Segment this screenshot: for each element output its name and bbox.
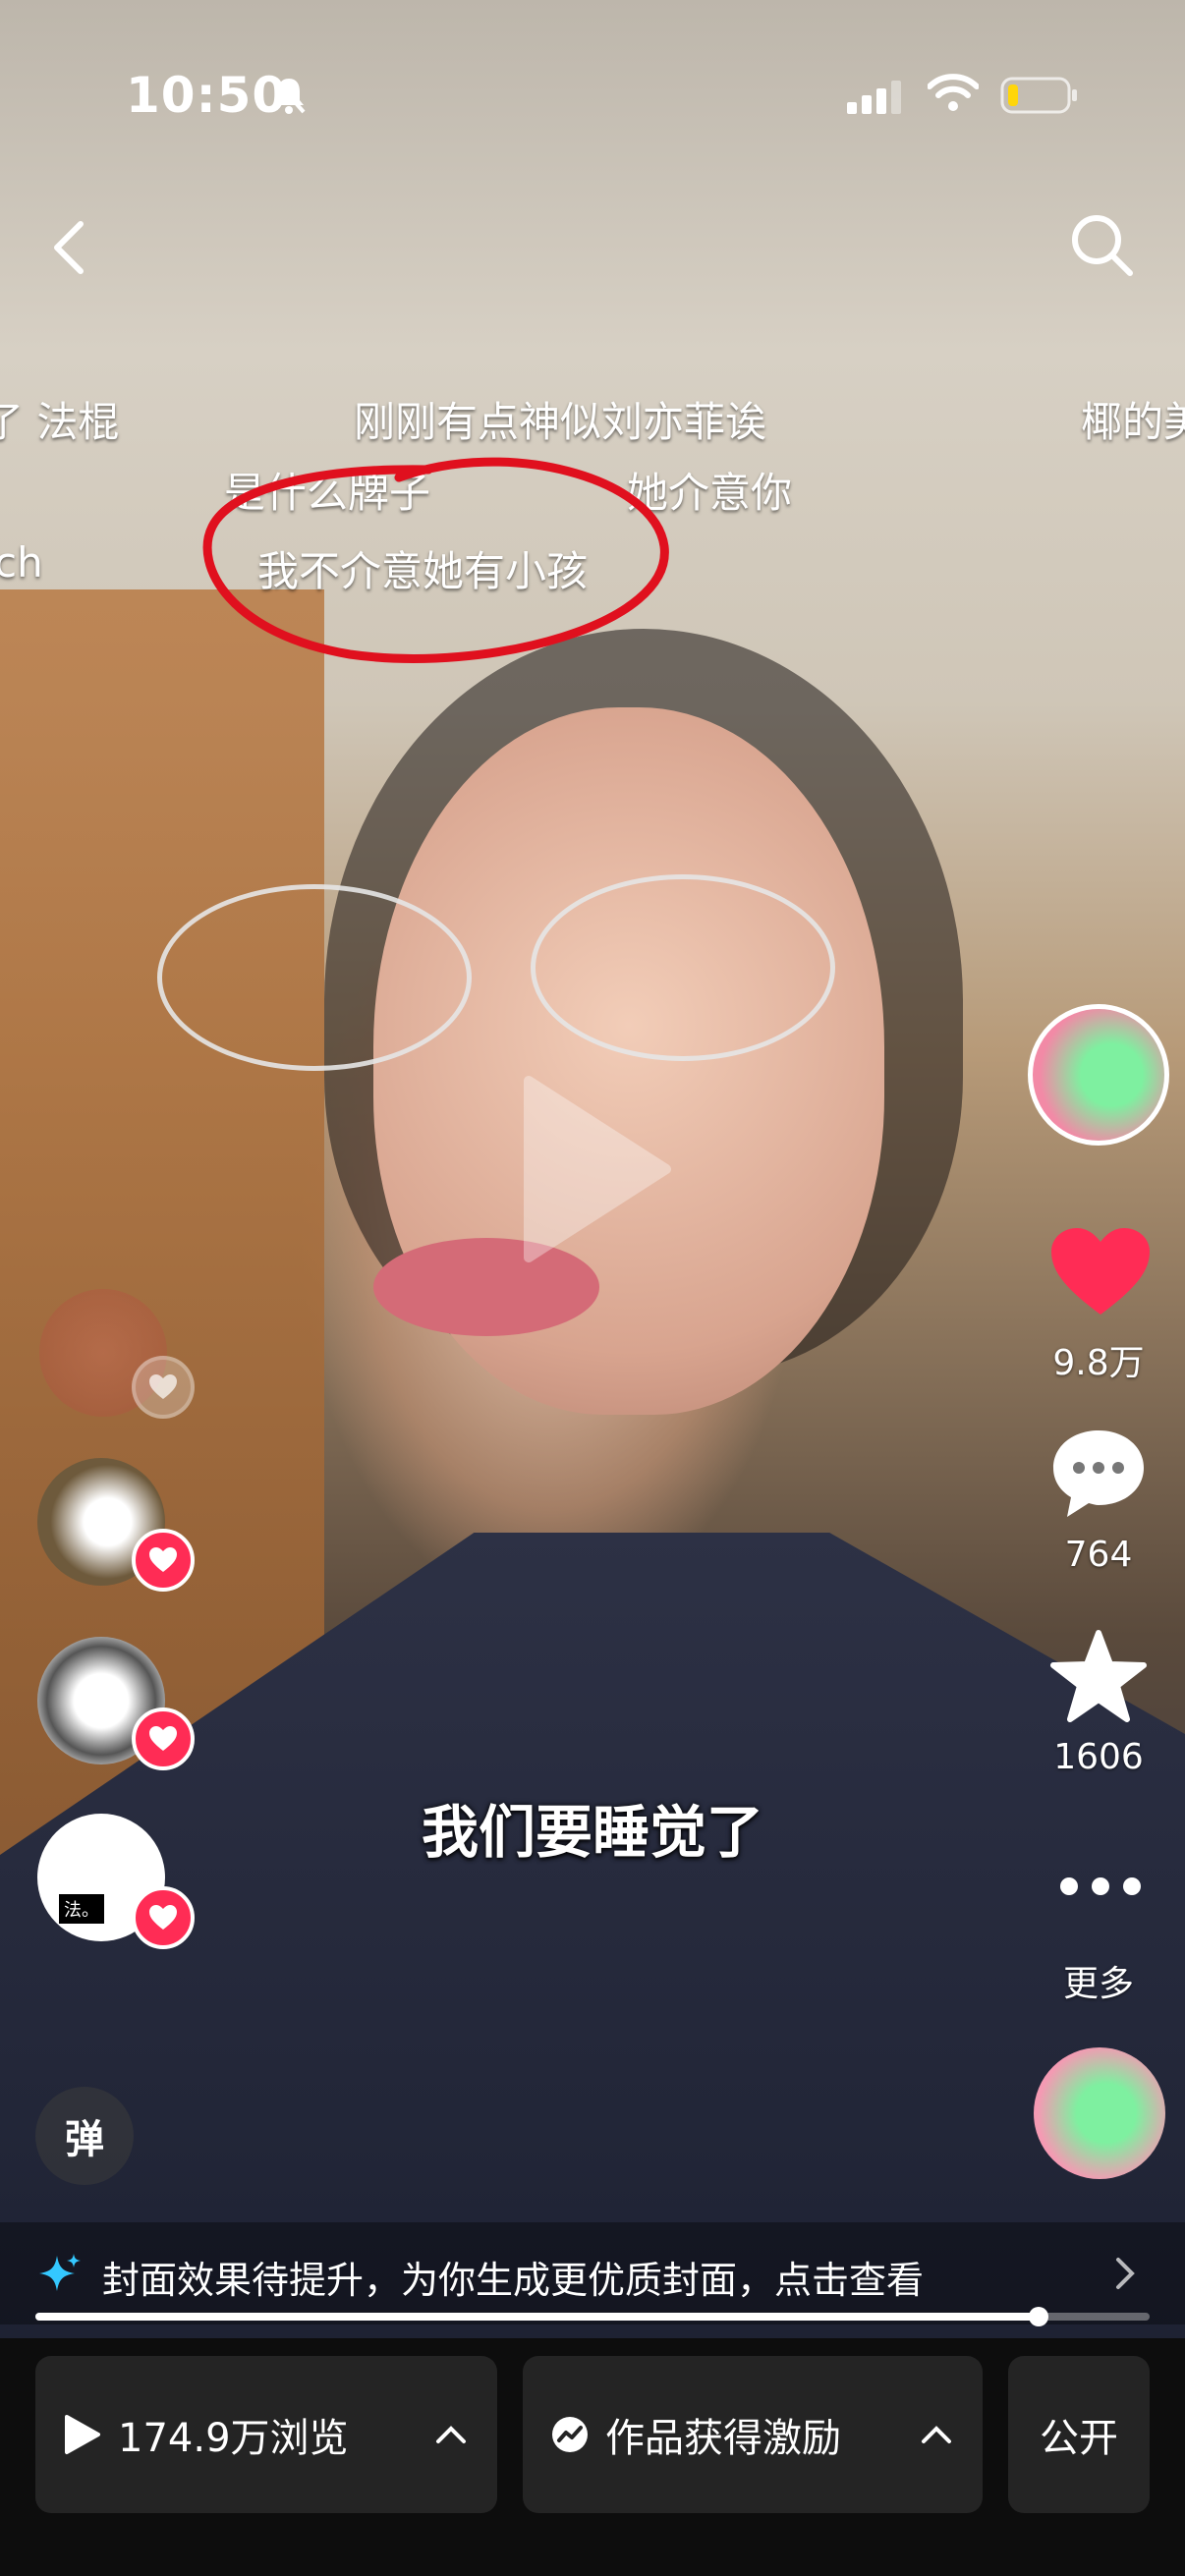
danmu-comment: 椰的美 bbox=[1081, 398, 1185, 446]
heart-icon bbox=[149, 1726, 177, 1751]
comment-icon[interactable] bbox=[1049, 1427, 1148, 1521]
liker-like-badge bbox=[132, 1708, 195, 1770]
search-icon[interactable] bbox=[1069, 212, 1136, 279]
progress-fill bbox=[35, 2313, 1039, 2321]
heart-icon bbox=[149, 1905, 177, 1930]
progress-knob[interactable] bbox=[1028, 2307, 1048, 2326]
heart-icon bbox=[149, 1374, 177, 1399]
video-subtitle: 我们要睡觉了 bbox=[421, 1799, 763, 1866]
status-time: 10:50 bbox=[126, 67, 288, 124]
video-glasses-right bbox=[531, 874, 835, 1061]
favorite-count: 1606 bbox=[1053, 1737, 1144, 1777]
heart-icon[interactable] bbox=[1049, 1226, 1152, 1318]
more-dots-icon[interactable] bbox=[1057, 1875, 1144, 1898]
play-icon bbox=[65, 2415, 100, 2454]
wifi-icon bbox=[928, 74, 979, 111]
battery-low-icon bbox=[1000, 77, 1077, 114]
liker-avatar-caption: 法。 bbox=[59, 1894, 104, 1924]
danmu-comment: 了 法棍 bbox=[0, 398, 120, 446]
visibility-button[interactable]: 公开 bbox=[1008, 2356, 1150, 2513]
views-label: 174.9万浏览 bbox=[118, 2416, 349, 2461]
heart-icon bbox=[149, 1547, 177, 1572]
chevron-up-icon bbox=[922, 2426, 951, 2443]
music-disc-avatar[interactable] bbox=[1034, 2047, 1165, 2179]
views-button[interactable]: 174.9万浏览 bbox=[35, 2356, 497, 2513]
liker-like-badge bbox=[132, 1529, 195, 1592]
reward-label: 作品获得激励 bbox=[605, 2416, 841, 2461]
like-count: 9.8万 bbox=[1052, 1343, 1145, 1383]
danmu-comment: ch bbox=[0, 538, 43, 587]
danmu-toggle-button[interactable]: 弹 bbox=[35, 2087, 134, 2185]
signal-bars-icon bbox=[847, 81, 901, 114]
more-label[interactable]: 更多 bbox=[1020, 1955, 1177, 2006]
chevron-left-icon[interactable] bbox=[47, 218, 90, 277]
liker-like-badge bbox=[132, 1356, 195, 1419]
visibility-label: 公开 bbox=[1040, 2416, 1118, 2461]
red-circle-annotation bbox=[202, 457, 669, 663]
author-avatar[interactable] bbox=[1028, 1004, 1169, 1146]
play-icon[interactable] bbox=[509, 1071, 676, 1267]
chevron-right-icon[interactable] bbox=[1110, 2254, 1140, 2293]
chevron-up-icon bbox=[436, 2426, 466, 2443]
reward-button[interactable]: 作品获得激励 bbox=[523, 2356, 983, 2513]
trend-badge-icon bbox=[552, 2417, 588, 2452]
video-glasses-left bbox=[157, 884, 472, 1071]
comment-count: 764 bbox=[1064, 1535, 1133, 1575]
cover-tip-text[interactable]: 封面效果待提升，为你生成更优质封面，点击查看 bbox=[102, 2250, 924, 2304]
liker-like-badge bbox=[132, 1886, 195, 1949]
star-icon[interactable] bbox=[1047, 1629, 1150, 1725]
bell-slash-icon bbox=[272, 77, 306, 114]
sparkle-icon bbox=[39, 2254, 81, 2291]
